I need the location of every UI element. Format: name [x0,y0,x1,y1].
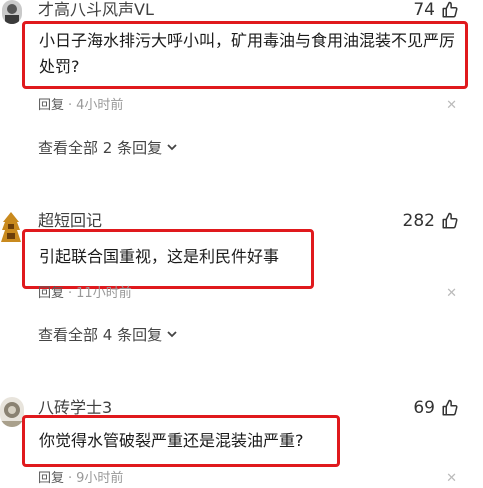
comment-body: 你觉得水管破裂严重还是混装油严重? [39,431,304,450]
comment-text: 你觉得水管破裂严重还是混装油严重? [22,415,340,467]
reply-button[interactable]: 回复 [38,285,64,303]
like-button[interactable]: 74 [413,0,459,20]
thumbs-up-icon [441,1,459,19]
comment-meta: 回复 · 9小时前 [38,470,123,488]
comment-meta: 回复 · 11小时前 [38,285,132,303]
close-icon[interactable]: ✕ [446,285,457,303]
avatar[interactable] [2,0,22,24]
thumbs-up-icon [441,399,459,417]
comment-text: 引起联合国重视，这是利民件好事 [22,229,314,289]
like-count: 74 [413,0,435,20]
view-replies-label: 查看全部 4 条回复 [38,326,163,344]
close-icon[interactable]: ✕ [446,470,457,488]
timestamp: 9小时前 [76,471,124,486]
chevron-down-icon [166,324,178,346]
separator: · [68,98,73,113]
like-count: 69 [413,398,435,418]
reply-button[interactable]: 回复 [38,97,64,115]
avatar[interactable] [0,210,22,244]
separator: · [68,286,73,301]
comment-text: 小日子海水排污大呼小叫，矿用毒油与食用油混装不见严厉处罚? [22,21,468,89]
chevron-down-icon [166,137,178,159]
like-button[interactable]: 69 [413,398,459,418]
timestamp: 11小时前 [76,286,132,301]
username[interactable]: 才高八斗风声VL [38,0,154,20]
like-button[interactable]: 282 [403,211,459,231]
avatar[interactable] [0,397,24,427]
separator: · [68,471,73,486]
close-icon[interactable]: ✕ [446,97,457,115]
thumbs-up-icon [441,212,459,230]
comment-body: 小日子海水排污大呼小叫，矿用毒油与食用油混装不见严厉处罚? [39,31,456,76]
view-replies-label: 查看全部 2 条回复 [38,139,163,157]
comment-body: 引起联合国重视，这是利民件好事 [39,247,280,266]
timestamp: 4小时前 [76,98,124,113]
comment-meta: 回复 · 4小时前 [38,97,123,115]
reply-button[interactable]: 回复 [38,470,64,488]
view-replies-button[interactable]: 查看全部 4 条回复 [38,324,178,346]
username[interactable]: 超短回记 [38,211,102,231]
view-replies-button[interactable]: 查看全部 2 条回复 [38,137,178,159]
like-count: 282 [402,211,435,231]
